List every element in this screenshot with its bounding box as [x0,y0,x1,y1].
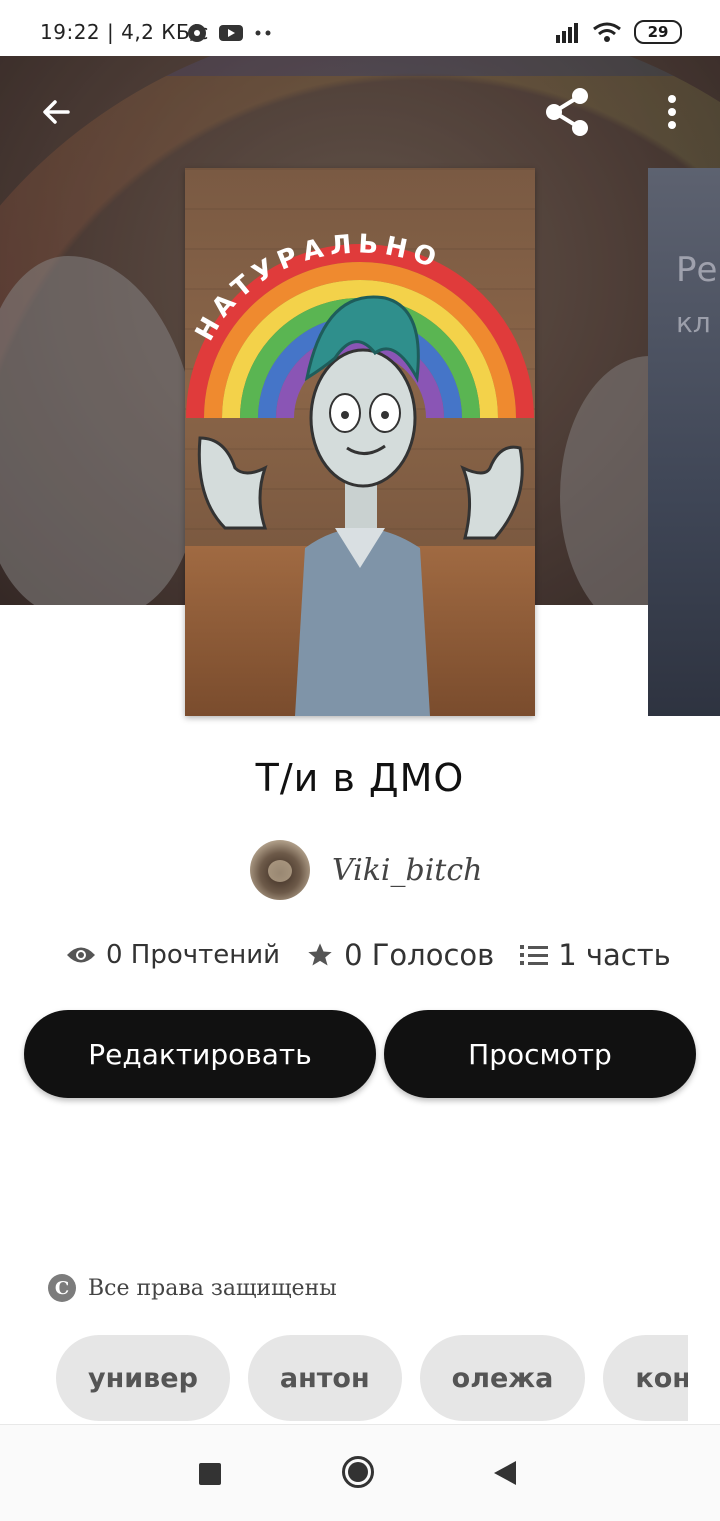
list-icon [520,945,549,965]
battery-indicator: 29 [634,20,682,44]
home-button[interactable] [342,1456,374,1488]
cover-rainbow-text: НАТУРАЛЬНО [190,229,446,346]
tags-list[interactable]: универ антон олежа конс [56,1335,688,1421]
svg-text:НАТУРАЛЬНО: НАТУРАЛЬНО [190,229,446,346]
wifi-icon [593,22,621,42]
more-dots-icon [255,30,271,36]
status-right: 29 [550,20,682,44]
more-options-button[interactable] [644,84,700,140]
parts-count: 1 часть [558,938,671,972]
author-name[interactable]: Viki_bitch [332,853,482,888]
back-button[interactable] [28,84,84,140]
votes-count: 0 Голосов [344,938,495,972]
eye-icon [67,947,95,963]
next-book-cover[interactable]: Ре кл [648,168,720,716]
edit-button[interactable]: Редактировать [24,1010,376,1098]
recents-button[interactable] [199,1463,221,1485]
book-cover[interactable]: НАТУРАЛЬНО [185,168,535,716]
author-avatar[interactable] [250,840,310,900]
status-notification-icons [186,22,274,44]
tag-chip[interactable]: конс [603,1335,688,1421]
copyright-icon: C [48,1274,76,1302]
reads-count: 0 Прочтений [106,940,281,970]
author-row[interactable]: Viki_bitch [250,840,482,900]
youtube-icon [219,25,243,41]
copyright-label: Все права защищены [88,1275,337,1301]
book-title: Т/и в ДМО [255,756,465,800]
system-nav-bar [0,1424,720,1521]
disc-icon [188,24,206,42]
view-button[interactable]: Просмотр [384,1010,696,1098]
system-back-button[interactable] [494,1461,516,1485]
tag-chip[interactable]: универ [56,1335,230,1421]
star-icon [308,943,332,966]
more-vertical-icon [668,95,676,129]
signal-icon [556,23,578,43]
votes-stat: 0 Голосов [306,938,494,972]
tag-chip[interactable]: антон [247,1335,402,1421]
next-cover-text-line: Ре [676,250,718,290]
arrow-left-icon [43,100,70,124]
share-icon [546,88,588,136]
parts-stat: 1 часть [520,938,671,972]
copyright-row: C Все права защищены [48,1274,337,1302]
tag-chip[interactable]: олежа [419,1335,586,1421]
status-time: 19:22 | 4,2 КБ/с [40,20,209,44]
book-stats: 0 Прочтений 0 Голосов 1 часть [66,938,671,972]
share-button[interactable] [540,84,596,140]
status-bar: 19:22 | 4,2 КБ/с 29 [0,0,720,56]
next-cover-text-line: кл [676,306,711,339]
reads-stat: 0 Прочтений [66,940,280,970]
